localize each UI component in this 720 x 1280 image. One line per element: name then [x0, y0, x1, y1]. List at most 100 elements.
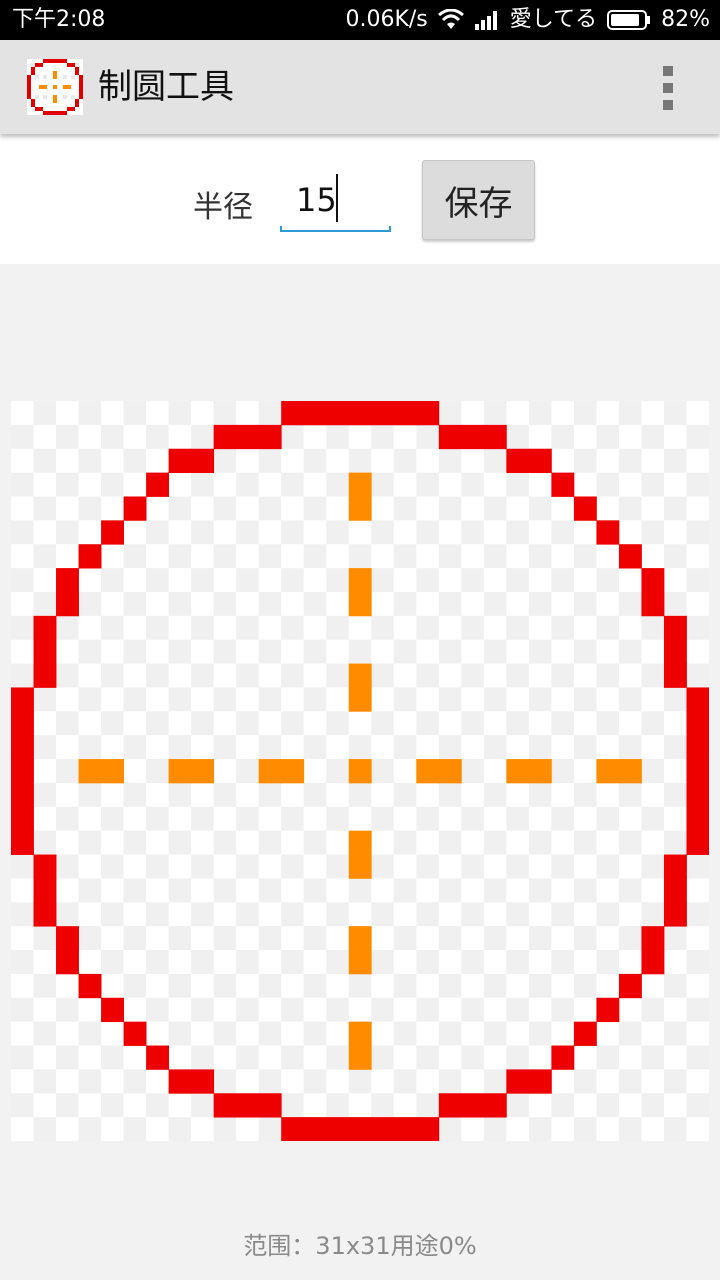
grid-cell — [371, 926, 395, 951]
grid-cell — [573, 973, 597, 999]
grid-cell — [303, 544, 327, 569]
grid-cell — [483, 520, 507, 545]
grid-cell — [686, 544, 709, 569]
grid-cell — [618, 472, 642, 497]
grid-cell — [551, 735, 575, 760]
grid-cell — [146, 496, 170, 521]
grid-cell — [168, 1045, 192, 1070]
grid-cell — [78, 663, 102, 688]
grid-cell — [461, 472, 485, 497]
grid-cell — [191, 782, 215, 808]
crosshair-pixel — [281, 759, 305, 784]
grid-cell — [11, 591, 34, 617]
grid-cell — [78, 711, 102, 736]
grid-cell — [393, 520, 417, 545]
grid-cell — [528, 973, 552, 999]
grid-cell — [686, 496, 709, 521]
grid-cell — [33, 472, 57, 497]
grid-cell — [551, 544, 575, 569]
grid-cell — [506, 663, 530, 688]
grid-cell — [461, 997, 485, 1023]
ring-pixel — [618, 973, 642, 999]
grid-cell — [663, 472, 687, 497]
overflow-dot — [663, 83, 673, 93]
grid-cell — [506, 544, 530, 569]
grid-cell — [78, 854, 102, 879]
grid-cell — [551, 568, 575, 593]
grid-cell — [123, 1093, 147, 1118]
save-button[interactable]: 保存 — [422, 160, 535, 240]
ring-pixel — [191, 1069, 215, 1094]
crosshair-pixel — [258, 759, 282, 784]
grid-cell — [303, 520, 327, 545]
ring-pixel — [213, 1093, 237, 1118]
radius-input[interactable] — [280, 174, 390, 226]
grid-cell — [596, 806, 620, 832]
grid-cell — [168, 639, 192, 664]
grid-cell — [528, 854, 552, 879]
grid-cell — [101, 496, 124, 521]
grid-cell — [101, 973, 124, 999]
grid-cell — [303, 472, 327, 497]
grid-cell — [236, 806, 260, 832]
grid-cell — [303, 1093, 327, 1118]
grid-cell — [371, 1045, 395, 1070]
grid-cell — [348, 997, 372, 1023]
grid-cell — [461, 1069, 485, 1094]
grid-cell — [11, 472, 34, 497]
grid-cell — [348, 544, 372, 569]
grid-cell — [438, 615, 462, 641]
grid-cell — [123, 902, 147, 927]
grid-cell — [596, 1045, 620, 1070]
grid-cell — [686, 520, 709, 545]
grid-cell — [101, 544, 124, 569]
grid-cell — [281, 711, 305, 736]
radius-input-underline — [280, 226, 391, 232]
grid-cell — [213, 854, 237, 879]
grid-cell — [506, 735, 530, 760]
grid-cell — [438, 568, 462, 593]
grid-cell — [11, 997, 34, 1023]
grid-cell — [438, 950, 462, 975]
grid-cell — [281, 854, 305, 879]
grid-cell — [416, 997, 440, 1023]
grid-cell — [123, 639, 147, 664]
grid-cell — [528, 496, 552, 521]
grid-cell — [78, 472, 102, 497]
grid-cell — [326, 735, 350, 760]
crosshair-pixel — [438, 759, 462, 784]
ring-pixel — [686, 735, 709, 760]
ring-pixel — [663, 902, 687, 927]
grid-cell — [686, 448, 709, 474]
grid-cell — [348, 1093, 372, 1118]
grid-cell — [123, 973, 147, 999]
grid-cell — [371, 663, 395, 688]
grid-cell — [213, 711, 237, 736]
grid-cell — [461, 591, 485, 617]
grid-cell — [506, 401, 530, 426]
text-caret — [336, 174, 338, 222]
ring-pixel — [686, 806, 709, 832]
overflow-menu-icon[interactable] — [656, 66, 680, 110]
grid-cell — [641, 1093, 665, 1118]
grid-cell — [11, 973, 34, 999]
pixel-circle-canvas[interactable] — [11, 401, 709, 1141]
grid-cell — [483, 496, 507, 521]
grid-cell — [371, 711, 395, 736]
grid-cell — [303, 639, 327, 664]
grid-cell — [326, 663, 350, 688]
grid-cell — [326, 496, 350, 521]
grid-cell — [393, 1021, 417, 1046]
grid-cell — [101, 830, 124, 855]
grid-cell — [551, 496, 575, 521]
grid-cell — [78, 997, 102, 1023]
grid-cell — [168, 950, 192, 975]
grid-cell — [213, 687, 237, 712]
grid-cell — [168, 615, 192, 641]
crosshair-pixel — [348, 926, 372, 951]
grid-cell — [236, 448, 260, 474]
grid-cell — [281, 663, 305, 688]
grid-cell — [528, 902, 552, 927]
grid-cell — [191, 902, 215, 927]
grid-cell — [191, 1117, 215, 1141]
